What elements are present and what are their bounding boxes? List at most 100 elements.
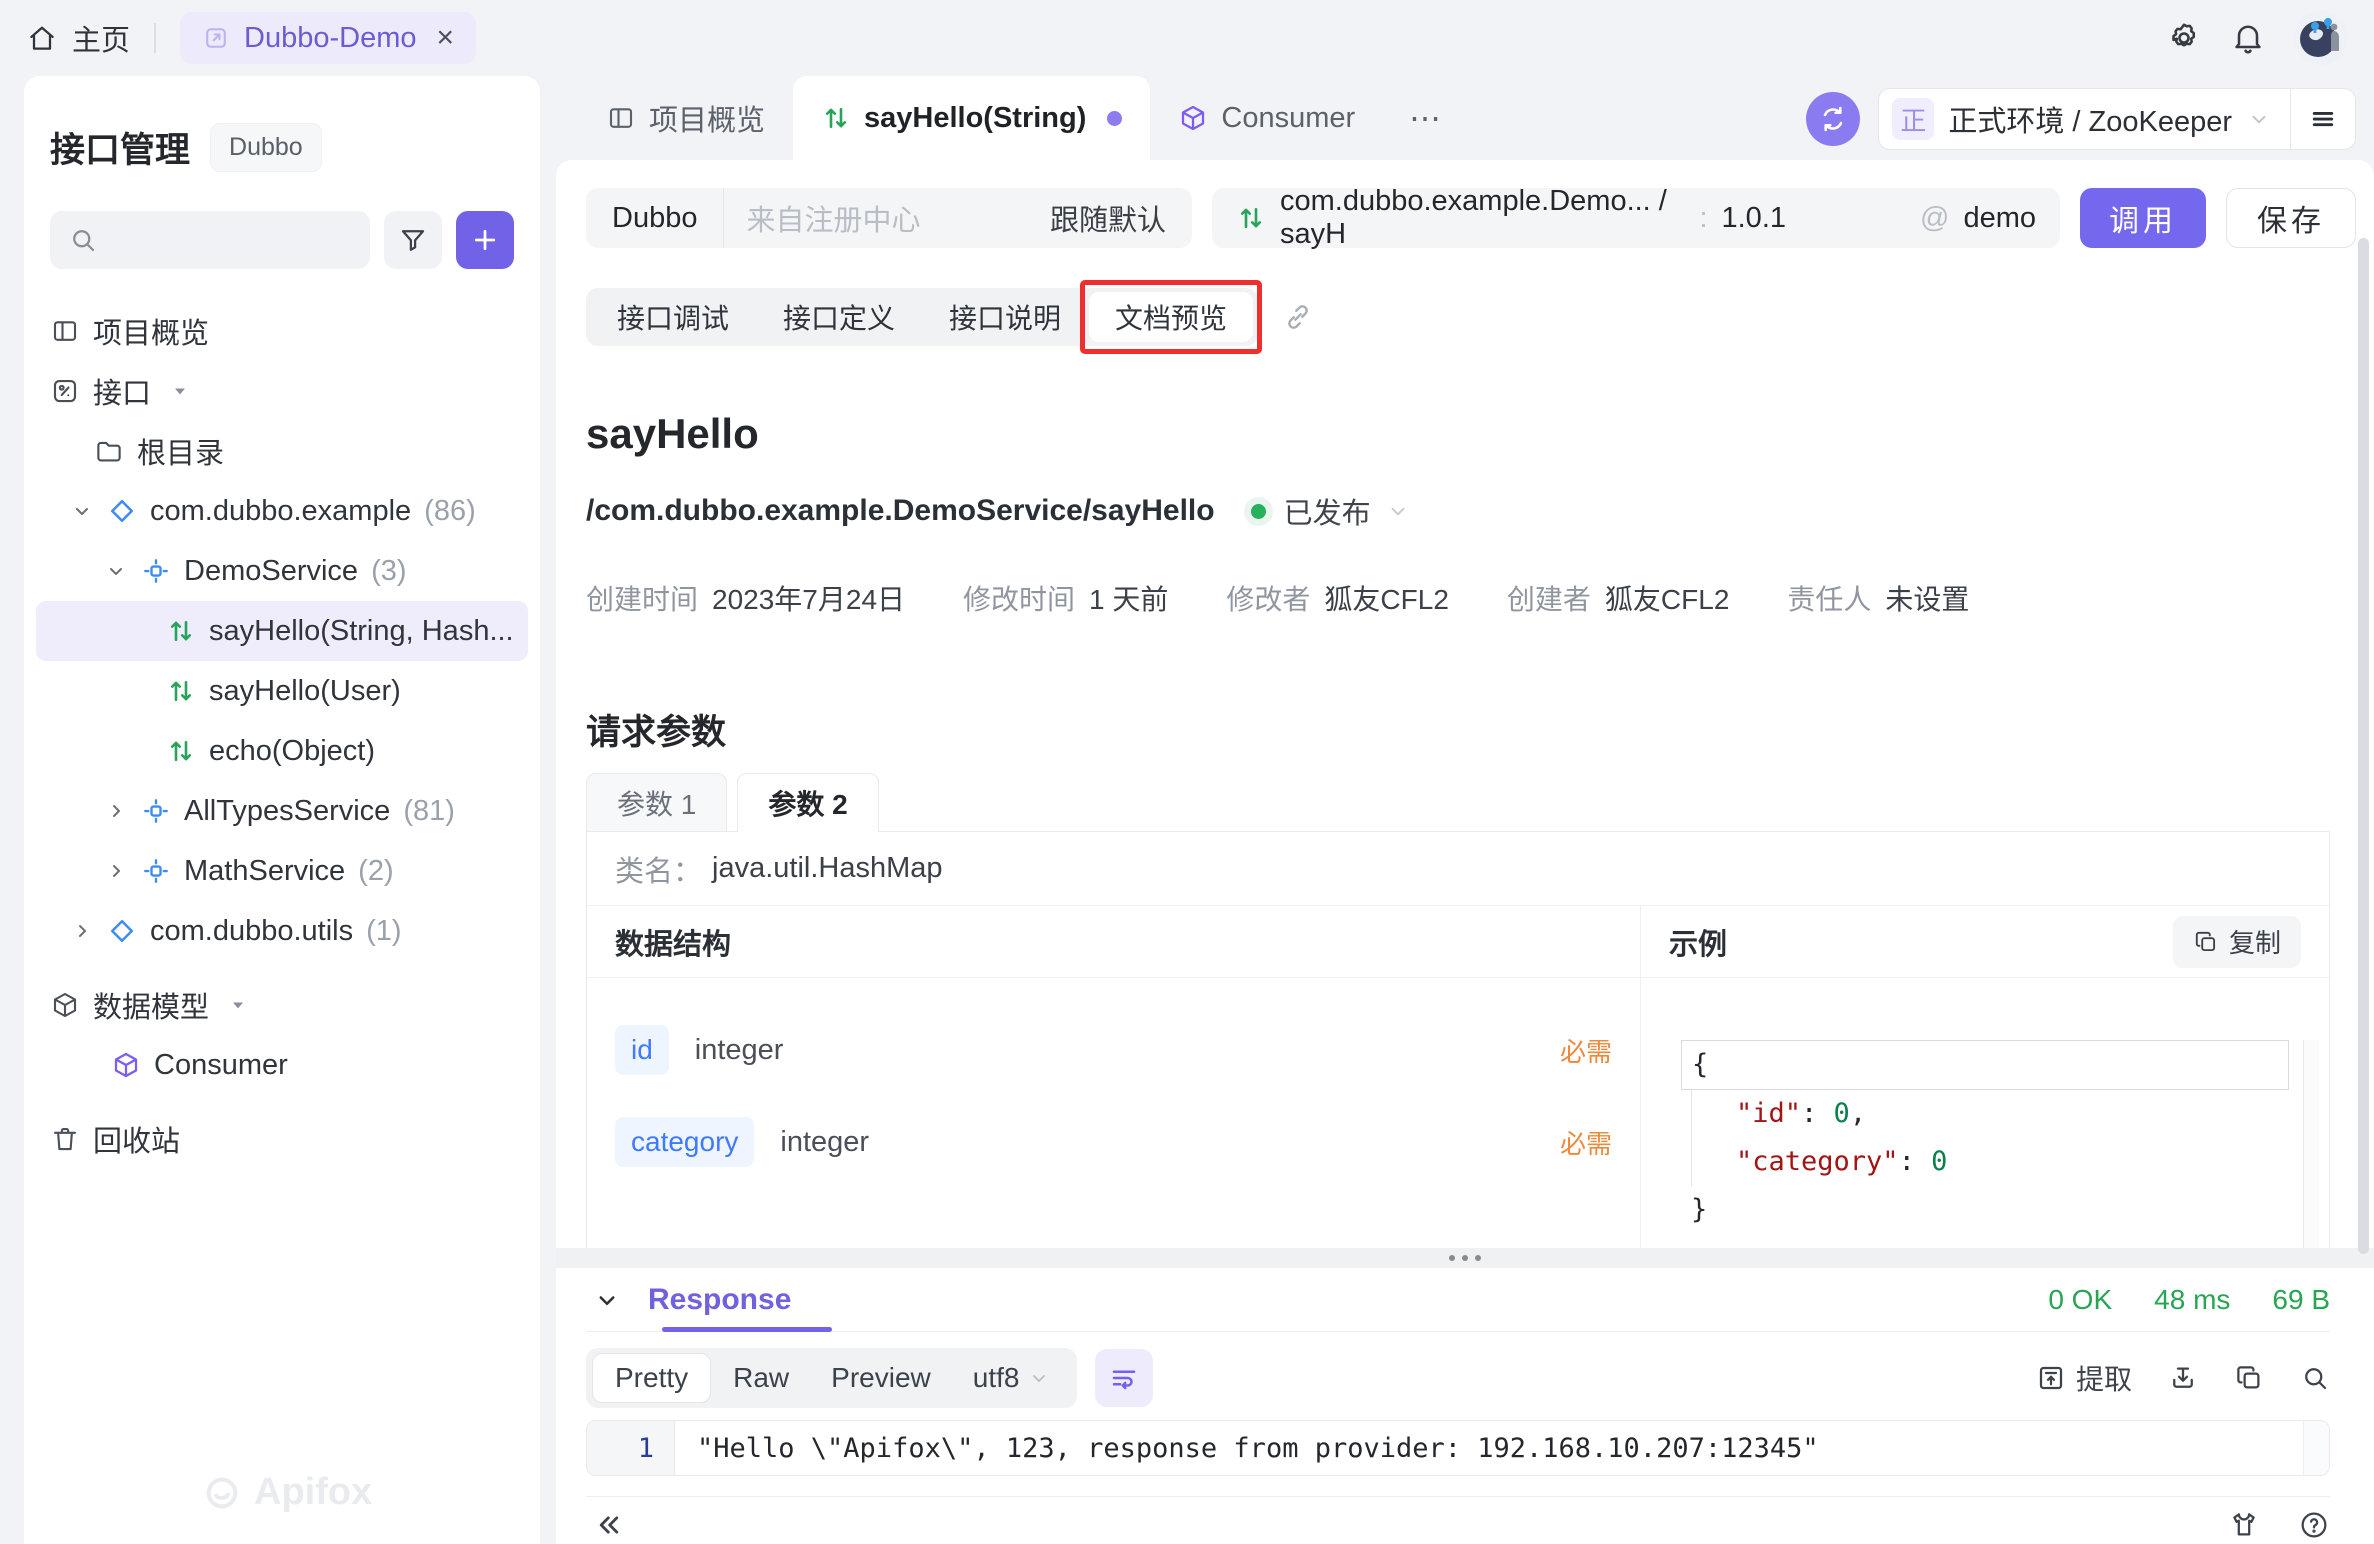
- class-name-value: java.util.HashMap: [712, 852, 943, 885]
- chevron-right-icon[interactable]: [70, 919, 94, 943]
- tab-project-overview[interactable]: 项目概览: [578, 76, 793, 160]
- sidebar-item-root-folder[interactable]: 根目录: [36, 421, 528, 481]
- example-code-editor[interactable]: { "id": 0, "category": 0 }: [1681, 1040, 2319, 1248]
- tabs-more-button[interactable]: ⋯: [1383, 76, 1470, 160]
- project-tab[interactable]: Dubbo-Demo ×: [180, 12, 476, 64]
- invoke-button[interactable]: 调用: [2080, 188, 2206, 248]
- search-icon[interactable]: [2300, 1363, 2330, 1393]
- meta-label: 创建者: [1507, 584, 1591, 615]
- window-scrollbar-thumb[interactable]: [2358, 238, 2369, 1254]
- extract-button[interactable]: 提取: [2036, 1358, 2132, 1398]
- tab-consumer[interactable]: Consumer: [1150, 76, 1383, 160]
- service-icon: [141, 856, 171, 886]
- class-name-label: 类名：: [615, 848, 702, 890]
- tab-sayhello-string[interactable]: sayHello(String): [793, 76, 1150, 160]
- subtabs-segmented-control: 接口调试 接口定义 接口说明 文档预览: [586, 288, 1258, 346]
- caret-down-icon[interactable]: [170, 381, 190, 401]
- sidebar-item-interfaces[interactable]: 接口: [36, 361, 528, 421]
- tree-label: 回收站: [93, 1118, 180, 1160]
- sidebar-item-trash[interactable]: 回收站: [36, 1109, 528, 1169]
- json-colon: :: [1801, 1098, 1834, 1129]
- env-badge: 正: [1892, 98, 1934, 140]
- json-value: 0: [1931, 1146, 1947, 1177]
- meta-label: 修改者: [1226, 584, 1310, 615]
- topbar-divider: [154, 23, 156, 53]
- sidebar-item-echo-object[interactable]: echo(Object): [36, 721, 528, 781]
- open-project-icon: [202, 24, 230, 52]
- doc-title: sayHello: [586, 410, 2330, 458]
- home-button[interactable]: 主页: [26, 17, 130, 59]
- mode-preview[interactable]: Preview: [811, 1353, 951, 1403]
- plus-icon: [470, 225, 500, 255]
- sidebar-item-package-utils[interactable]: com.dubbo.utils (1): [36, 901, 528, 961]
- theme-shirt-icon[interactable]: [2228, 1509, 2260, 1541]
- field-name[interactable]: id: [615, 1025, 669, 1075]
- protocol-select[interactable]: Dubbo: [586, 202, 723, 235]
- environment-selector[interactable]: 正 正式环境 / ZooKeeper: [1879, 98, 2290, 140]
- wrap-lines-button[interactable]: [1095, 1349, 1153, 1407]
- gear-icon[interactable]: [2166, 20, 2202, 56]
- env-menu-button[interactable]: [2291, 104, 2355, 134]
- sync-button[interactable]: [1806, 92, 1860, 146]
- subtab-description[interactable]: 接口说明: [923, 292, 1087, 342]
- avatar[interactable]: [2294, 11, 2348, 65]
- meta-modifier: 修改者狐友CFL2: [1226, 578, 1449, 618]
- download-icon[interactable]: [2168, 1363, 2198, 1393]
- sidebar-item-consumer-model[interactable]: Consumer: [36, 1035, 528, 1095]
- chevron-down-icon[interactable]: [1385, 498, 1411, 524]
- response-body-editor[interactable]: 1 "Hello \"Apifox\", 123, response from …: [586, 1420, 2330, 1476]
- bell-icon[interactable]: [2230, 20, 2266, 56]
- follow-default-select[interactable]: 跟随默认: [1050, 197, 1192, 239]
- subtab-definition[interactable]: 接口定义: [757, 292, 921, 342]
- response-splitter-handle[interactable]: [556, 1248, 2374, 1268]
- sidebar-item-demoservice[interactable]: DemoService (3): [36, 541, 528, 601]
- sidebar-item-package-example[interactable]: com.dubbo.example (86): [36, 481, 528, 541]
- copy-example-button[interactable]: 复制: [2173, 916, 2301, 968]
- example-scrollbar[interactable]: [2303, 1040, 2319, 1248]
- service-path-text: com.dubbo.example.Demo... / sayH: [1280, 185, 1685, 251]
- model-cube-icon: [111, 1050, 141, 1080]
- status-badge[interactable]: 已发布: [1284, 490, 1371, 532]
- sidebar-item-project-overview[interactable]: 项目概览: [36, 301, 528, 361]
- add-button[interactable]: [456, 211, 514, 269]
- filter-button[interactable]: [384, 211, 442, 269]
- param-tab-2[interactable]: 参数 2: [737, 773, 878, 832]
- param-tab-1[interactable]: 参数 1: [586, 773, 727, 831]
- registry-input[interactable]: 来自注册中心: [724, 197, 1050, 239]
- sidebar-item-sayhello-user[interactable]: sayHello(User): [36, 661, 528, 721]
- sidebar-item-mathservice[interactable]: MathService (2): [36, 841, 528, 901]
- subtab-debug[interactable]: 接口调试: [591, 292, 755, 342]
- mode-raw[interactable]: Raw: [713, 1353, 809, 1403]
- service-path-field[interactable]: com.dubbo.example.Demo... / sayH : 1.0.1…: [1212, 188, 2060, 248]
- collapse-sidebar-icon[interactable]: [592, 1508, 626, 1542]
- sidebar-item-sayhello-string-hash[interactable]: sayHello(String, Hash...: [36, 601, 528, 661]
- caret-down-icon[interactable]: [228, 995, 248, 1015]
- response-scrollbar[interactable]: [2303, 1421, 2329, 1475]
- data-structure-column: 数据结构 id integer 必需 category integer: [587, 906, 1641, 1248]
- collapse-response-icon[interactable]: [592, 1285, 622, 1315]
- copy-icon[interactable]: [2234, 1363, 2264, 1393]
- chevron-right-icon[interactable]: [104, 799, 128, 823]
- data-model-icon: [50, 990, 80, 1020]
- save-button[interactable]: 保存: [2226, 188, 2356, 248]
- chevron-down-icon[interactable]: [70, 499, 94, 523]
- status-dot: [1251, 504, 1266, 519]
- chevron-down-icon[interactable]: [104, 559, 128, 583]
- chevron-right-icon[interactable]: [104, 859, 128, 883]
- subtab-doc-preview[interactable]: 文档预览: [1089, 292, 1253, 342]
- main-area: 项目概览 sayHello(String) Consumer ⋯: [556, 76, 2374, 1544]
- sync-icon: [1817, 103, 1849, 135]
- response-status: 0 OK: [2048, 1284, 2112, 1316]
- apifox-logo-icon: [202, 1473, 242, 1513]
- search-input[interactable]: [50, 211, 370, 269]
- link-icon[interactable]: [1282, 301, 1314, 333]
- response-tab[interactable]: Response: [648, 1283, 791, 1317]
- sidebar-header: 接口管理 Dubbo: [50, 122, 514, 173]
- field-name[interactable]: category: [615, 1117, 754, 1167]
- close-project-tab-icon[interactable]: ×: [437, 21, 455, 55]
- sidebar-item-alltypesservice[interactable]: AllTypesService (81): [36, 781, 528, 841]
- sidebar-item-data-models[interactable]: 数据模型: [36, 975, 528, 1035]
- help-icon[interactable]: [2298, 1509, 2330, 1541]
- encoding-select[interactable]: utf8: [953, 1353, 1072, 1403]
- mode-pretty[interactable]: Pretty: [592, 1353, 711, 1403]
